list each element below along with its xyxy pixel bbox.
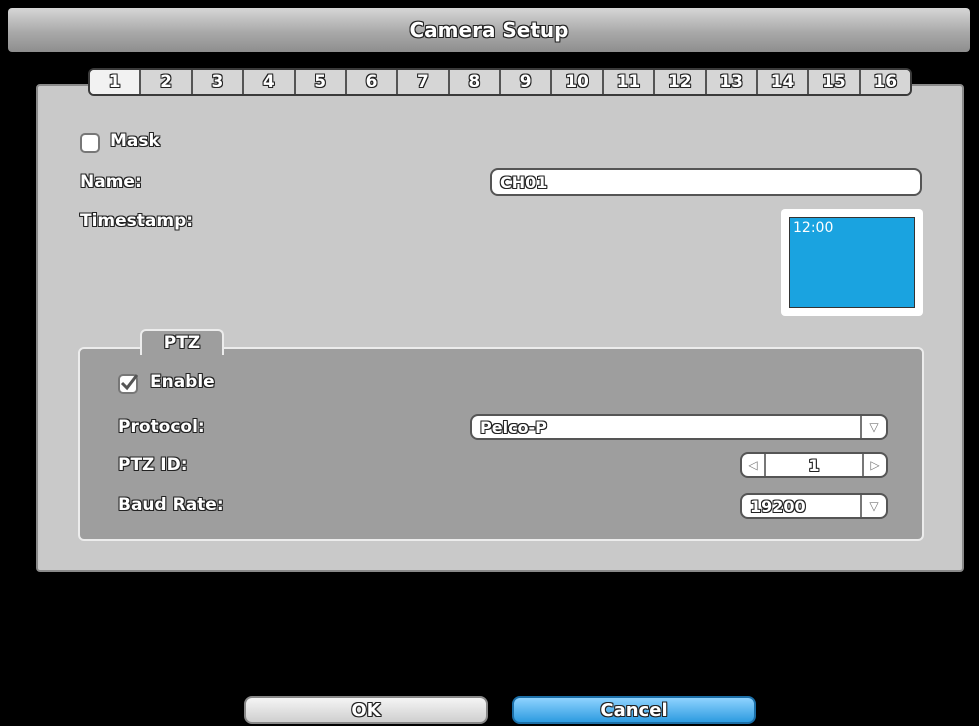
window-title: Camera Setup [409,18,569,42]
tab-channel-4[interactable]: 4 [244,70,296,94]
ptz-id-stepper[interactable]: ◁ 1 ▷ [740,452,888,478]
tab-channel-9[interactable]: 9 [501,70,553,94]
mask-label: Mask [110,131,160,151]
tab-channel-13[interactable]: 13 [706,70,758,94]
name-label: Name: [80,172,142,192]
name-field[interactable]: CH01 [490,168,922,196]
timestamp-label: Timestamp: [80,211,194,231]
chevron-down-icon: ▽ [860,495,886,517]
chevron-down-icon: ▽ [860,416,886,438]
baud-rate-label: Baud Rate: [118,495,224,515]
timestamp-preview-frame[interactable]: 12:00 [781,209,923,316]
tab-channel-3[interactable]: 3 [192,70,245,94]
ptz-tab: PTZ [140,329,224,355]
channel-tabs: 1 2 3 4 5 6 7 8 9 10 11 12 13 14 15 16 [88,68,912,96]
increment-icon[interactable]: ▷ [862,454,886,476]
cancel-button[interactable]: Cancel [512,696,756,724]
tab-channel-6[interactable]: 6 [346,70,399,94]
tab-channel-16[interactable]: 16 [860,70,910,94]
ok-button[interactable]: OK [244,696,488,724]
window-title-bar: Camera Setup [8,8,970,52]
checkmark-icon [120,374,138,391]
timestamp-preview[interactable]: 12:00 [789,217,915,308]
ptz-id-value: 1 [808,455,820,475]
tab-channel-5[interactable]: 5 [295,70,347,94]
name-value: CH01 [500,172,548,192]
ptz-enable-label: Enable [150,372,215,392]
tab-channel-11[interactable]: 11 [603,70,656,94]
tab-channel-2[interactable]: 2 [141,70,193,94]
timestamp-preview-text: 12:00 [793,220,834,236]
protocol-label: Protocol: [118,417,205,437]
tab-channel-10[interactable]: 10 [552,70,604,94]
tab-channel-14[interactable]: 14 [757,70,810,94]
decrement-icon[interactable]: ◁ [742,454,766,476]
tab-channel-1[interactable]: 1 [90,70,142,94]
tab-channel-8[interactable]: 8 [449,70,501,94]
ptz-enable-checkbox[interactable] [118,374,138,394]
tab-channel-12[interactable]: 12 [655,70,707,94]
tab-channel-15[interactable]: 15 [809,70,861,94]
tab-channel-7[interactable]: 7 [398,70,450,94]
protocol-value: Pelco-P [480,417,547,437]
baud-rate-select[interactable]: 19200 ▽ [740,493,888,519]
protocol-select[interactable]: Pelco-P ▽ [470,414,888,440]
baud-rate-value: 19200 [750,496,806,516]
ptz-id-label: PTZ ID: [118,455,188,475]
mask-checkbox[interactable] [80,133,100,153]
